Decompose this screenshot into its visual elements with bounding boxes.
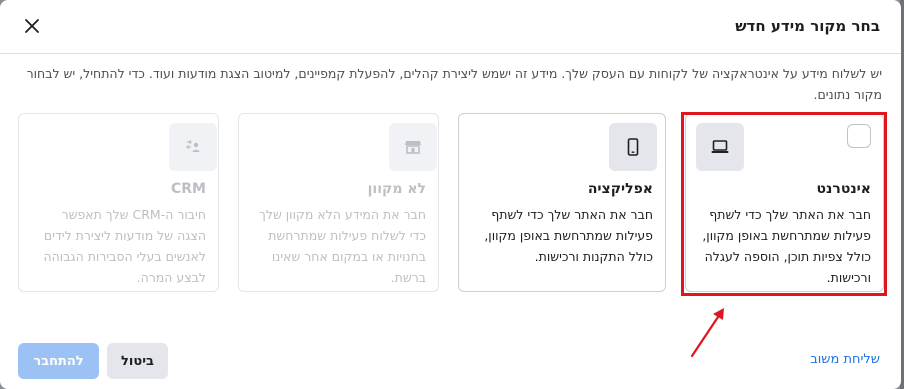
store-icon [405,141,421,154]
icon-box-crm [169,123,217,171]
source-card-crm: CRM חיבור ה-CRM שלך תאפשר הצגה של מודעות… [18,113,219,292]
dialog-title: בחר מקור מידע חדש [735,17,880,35]
laptop-icon [711,140,729,153]
close-icon [25,19,39,33]
close-button[interactable] [20,14,44,38]
source-card-app[interactable]: אפליקציה חבר את האתר שלך כדי לשתף פעילות… [458,113,666,292]
card-text-web: חבר את האתר שלך כדי לשתף פעילות שמתרחשת … [702,207,871,285]
card-text-offline: חבר את המידע הלא מקוון שלך כדי לשלוח פעי… [259,207,426,285]
card-title-web: אינטרנט [816,181,871,197]
icon-box-app [609,123,657,171]
mobile-phone-icon [627,138,639,156]
source-card-web[interactable]: אינטרנט חבר את האתר שלך כדי לשתף פעילות … [685,113,884,292]
card-text-app: חבר את האתר שלך כדי לשתף פעילות שמתרחשת … [484,207,653,264]
icon-box-web [696,123,744,171]
new-data-source-dialog: בחר מקור מידע חדש יש לשלוח מידע על אינטר… [0,0,901,389]
cancel-button[interactable]: ביטול [107,343,168,379]
card-title-app: אפליקציה [587,181,653,197]
icon-box-offline [389,123,437,171]
dialog-description: יש לשלוח מידע על אינטראקציה של לקוחות עם… [26,66,882,102]
checkbox-web[interactable] [847,124,871,148]
card-text-crm: חיבור ה-CRM שלך תאפשר הצגה של מודעות ליצ… [43,207,206,285]
card-title-offline: לא מקוון [367,181,426,197]
connect-button[interactable]: להתחבר [18,343,99,379]
send-feedback-link[interactable]: שליחת משוב [810,352,880,367]
people-sync-icon [186,140,200,152]
source-card-offline: לא מקוון חבר את המידע הלא מקוון שלך כדי … [238,113,439,292]
dialog-header: בחר מקור מידע חדש [0,0,901,54]
card-title-crm: CRM [171,181,206,197]
annotation-arrow-icon [690,308,724,358]
